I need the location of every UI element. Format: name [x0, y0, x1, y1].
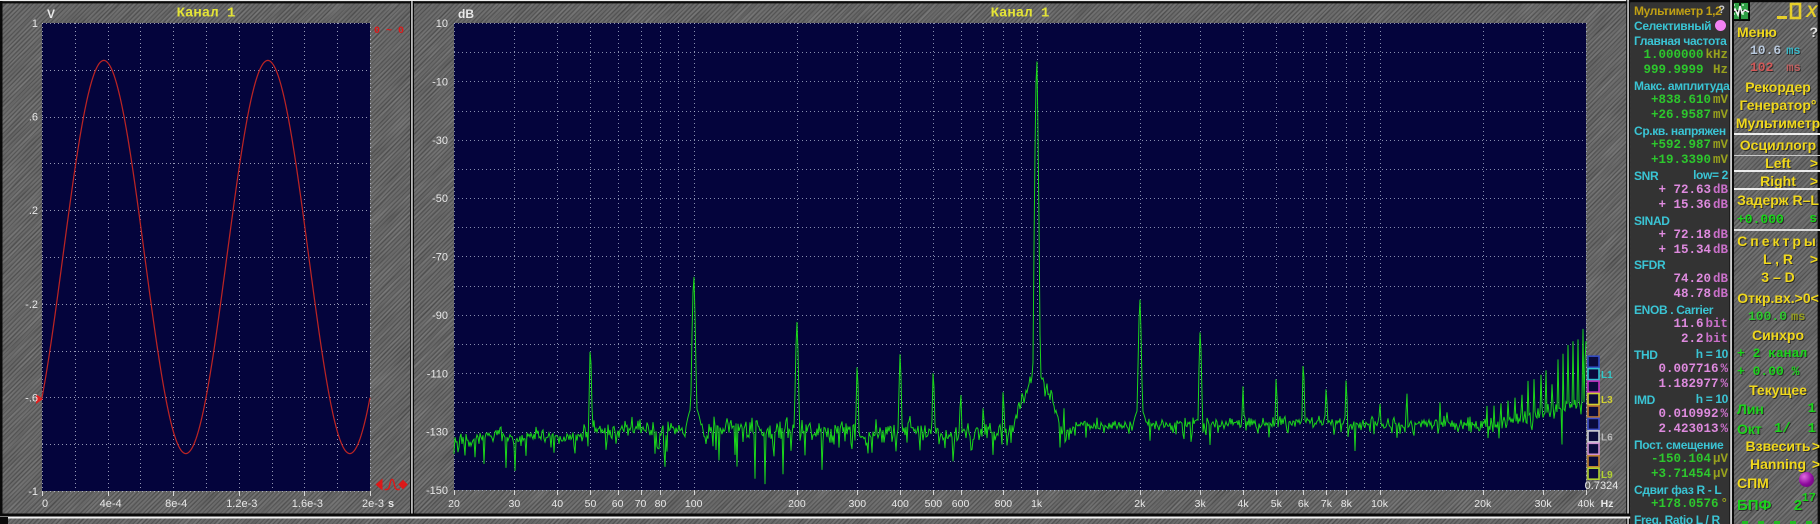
svg-text:dB: dB: [458, 7, 474, 21]
svg-text:1k: 1k: [1031, 498, 1043, 510]
svg-text:-30: -30: [432, 135, 448, 147]
svg-text:0: 0: [42, 498, 48, 510]
svg-text:100: 100: [685, 498, 703, 510]
svg-text:400: 400: [891, 498, 909, 510]
svg-text:-.6: -.6: [25, 392, 38, 404]
svg-text:-110: -110: [427, 368, 448, 380]
svg-text:V: V: [47, 7, 55, 21]
svg-text:500: 500: [925, 498, 943, 510]
svg-text:-90: -90: [432, 310, 448, 322]
svg-text:800: 800: [995, 498, 1013, 510]
svg-text:s: s: [388, 498, 394, 510]
svg-text:L3: L3: [1601, 395, 1613, 406]
svg-text:-10: -10: [432, 76, 448, 88]
svg-text:7k: 7k: [1321, 498, 1333, 510]
svg-text:70: 70: [635, 498, 647, 510]
svg-text:50: 50: [585, 498, 597, 510]
svg-text:20k: 20k: [1474, 498, 1492, 510]
svg-text:6k: 6k: [1298, 498, 1310, 510]
svg-text:.6: .6: [29, 112, 38, 124]
svg-text:Канал 1: Канал 1: [991, 6, 1050, 22]
svg-text:80: 80: [655, 498, 667, 510]
svg-text:4k: 4k: [1238, 498, 1250, 510]
svg-text:-50: -50: [432, 193, 448, 205]
svg-text:200: 200: [788, 498, 806, 510]
svg-text:8k: 8k: [1341, 498, 1353, 510]
svg-text:-130: -130: [426, 427, 448, 439]
svg-text:40: 40: [551, 498, 563, 510]
svg-text:60: 60: [612, 498, 624, 510]
svg-text:X: X: [1805, 2, 1819, 21]
svg-text:-70: -70: [432, 252, 448, 264]
svg-text:Hz: Hz: [1601, 498, 1614, 510]
svg-text:L6: L6: [1601, 432, 1613, 443]
svg-text:30k: 30k: [1535, 498, 1553, 510]
svg-text:300: 300: [849, 498, 867, 510]
svg-text:5k: 5k: [1271, 498, 1283, 510]
svg-text:8e-4: 8e-4: [165, 498, 187, 510]
svg-text:4e-4: 4e-4: [100, 498, 122, 510]
svg-text:.2: .2: [29, 205, 38, 217]
svg-text:2e-3: 2e-3: [362, 498, 384, 510]
svg-text:L1: L1: [1601, 370, 1613, 381]
svg-text:40k: 40k: [1578, 498, 1596, 510]
svg-text:1.6e-3: 1.6e-3: [292, 498, 323, 510]
svg-text:600: 600: [952, 498, 970, 510]
svg-text:10: 10: [436, 18, 448, 30]
svg-text:10k: 10k: [1371, 498, 1389, 510]
svg-text:3k: 3k: [1195, 498, 1207, 510]
svg-text:20: 20: [448, 498, 460, 510]
svg-text:30: 30: [509, 498, 521, 510]
svg-text:1.2e-3: 1.2e-3: [226, 498, 257, 510]
svg-text:1: 1: [32, 18, 38, 30]
svg-text:0 ~ 0: 0 ~ 0: [374, 26, 404, 37]
svg-text:-1: -1: [28, 486, 38, 498]
svg-text:-150: -150: [426, 485, 448, 497]
svg-text:-.2: -.2: [25, 299, 38, 311]
svg-text:Канал 1: Канал 1: [177, 6, 236, 22]
svg-text:0.7324: 0.7324: [1585, 480, 1619, 492]
svg-text:2k: 2k: [1134, 498, 1146, 510]
